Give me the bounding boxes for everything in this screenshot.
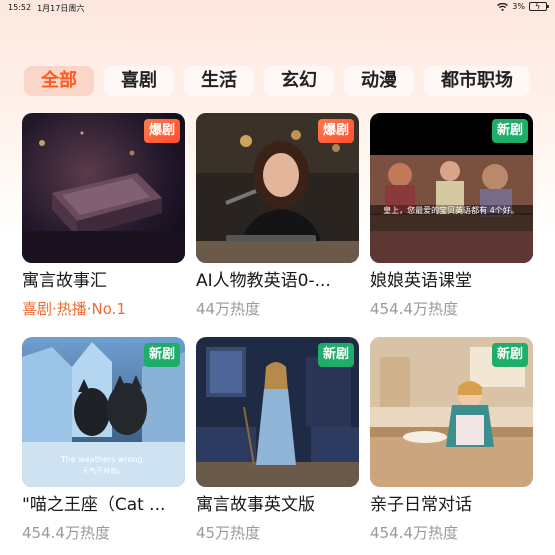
- new-badge: 新剧: [143, 343, 180, 367]
- drama-title: "喵之王座（Cat ...: [22, 495, 166, 515]
- category-tabs: 全部 喜剧 生活 玄幻 动漫 都市职场: [24, 66, 530, 96]
- drama-card[interactable]: 爆剧 AI人物教英语0-... 44万热度: [196, 113, 359, 319]
- drama-thumbnail[interactable]: 爆剧: [196, 113, 359, 263]
- drama-thumbnail[interactable]: The weathers wrong. 天气不对劲。 新剧: [22, 337, 185, 487]
- drama-card[interactable]: 爆剧 寓言故事汇 喜剧·热播·No.1: [22, 113, 185, 319]
- video-subtitle-zh: 天气不对劲。: [82, 466, 124, 475]
- battery-percent: 3%: [512, 2, 525, 11]
- drama-meta: 454.4万热度: [22, 524, 110, 542]
- hot-badge: 爆剧: [143, 119, 180, 143]
- hot-badge: 爆剧: [317, 119, 354, 143]
- tab-urban-workplace[interactable]: 都市职场: [424, 66, 530, 96]
- drama-meta: 喜剧·热播·No.1: [22, 300, 126, 318]
- drama-thumbnail[interactable]: 皇上，您最爱的宝贝英语都有 4个好。 新剧: [370, 113, 533, 263]
- tab-comedy[interactable]: 喜剧: [104, 66, 174, 96]
- drama-title: 寓言故事英文版: [196, 495, 315, 515]
- status-time: 15:52: [8, 3, 32, 12]
- drama-title: 娘娘英语课堂: [370, 271, 472, 291]
- drama-card[interactable]: The weathers wrong. 天气不对劲。 新剧 "喵之王座（Cat …: [22, 337, 185, 543]
- video-subtitle: 皇上，您最爱的宝贝英语都有 4个好。: [383, 205, 519, 215]
- new-badge: 新剧: [491, 343, 528, 367]
- drama-card[interactable]: 皇上，您最爱的宝贝英语都有 4个好。 新剧 娘娘英语课堂 454.4万热度: [370, 113, 533, 319]
- drama-title: 寓言故事汇: [22, 271, 107, 291]
- drama-thumbnail[interactable]: 新剧: [370, 337, 533, 487]
- drama-card[interactable]: 新剧 寓言故事英文版 45万热度: [196, 337, 359, 543]
- tab-fantasy[interactable]: 玄幻: [264, 66, 334, 96]
- wifi-icon: [497, 2, 509, 11]
- drama-meta: 44万热度: [196, 300, 261, 318]
- drama-thumbnail[interactable]: 新剧: [196, 337, 359, 487]
- drama-title: AI人物教英语0-...: [196, 271, 331, 291]
- status-date: 1月17日周六: [37, 4, 85, 13]
- drama-thumbnail[interactable]: 爆剧: [22, 113, 185, 263]
- drama-meta: 454.4万热度: [370, 524, 458, 542]
- new-badge: 新剧: [317, 343, 354, 367]
- video-subtitle-en: The weathers wrong.: [60, 455, 145, 464]
- tab-all[interactable]: 全部: [24, 66, 94, 96]
- battery-icon: ϟ: [529, 2, 549, 11]
- drama-card[interactable]: 新剧 亲子日常对话 454.4万热度: [370, 337, 533, 543]
- drama-meta: 45万热度: [196, 524, 261, 542]
- new-badge: 新剧: [491, 119, 528, 143]
- status-bar: 15:52 1月17日周六 3% ϟ: [0, 0, 555, 18]
- drama-meta: 454.4万热度: [370, 300, 458, 318]
- tab-anime[interactable]: 动漫: [344, 66, 414, 96]
- tab-life[interactable]: 生活: [184, 66, 254, 96]
- drama-title: 亲子日常对话: [370, 495, 472, 515]
